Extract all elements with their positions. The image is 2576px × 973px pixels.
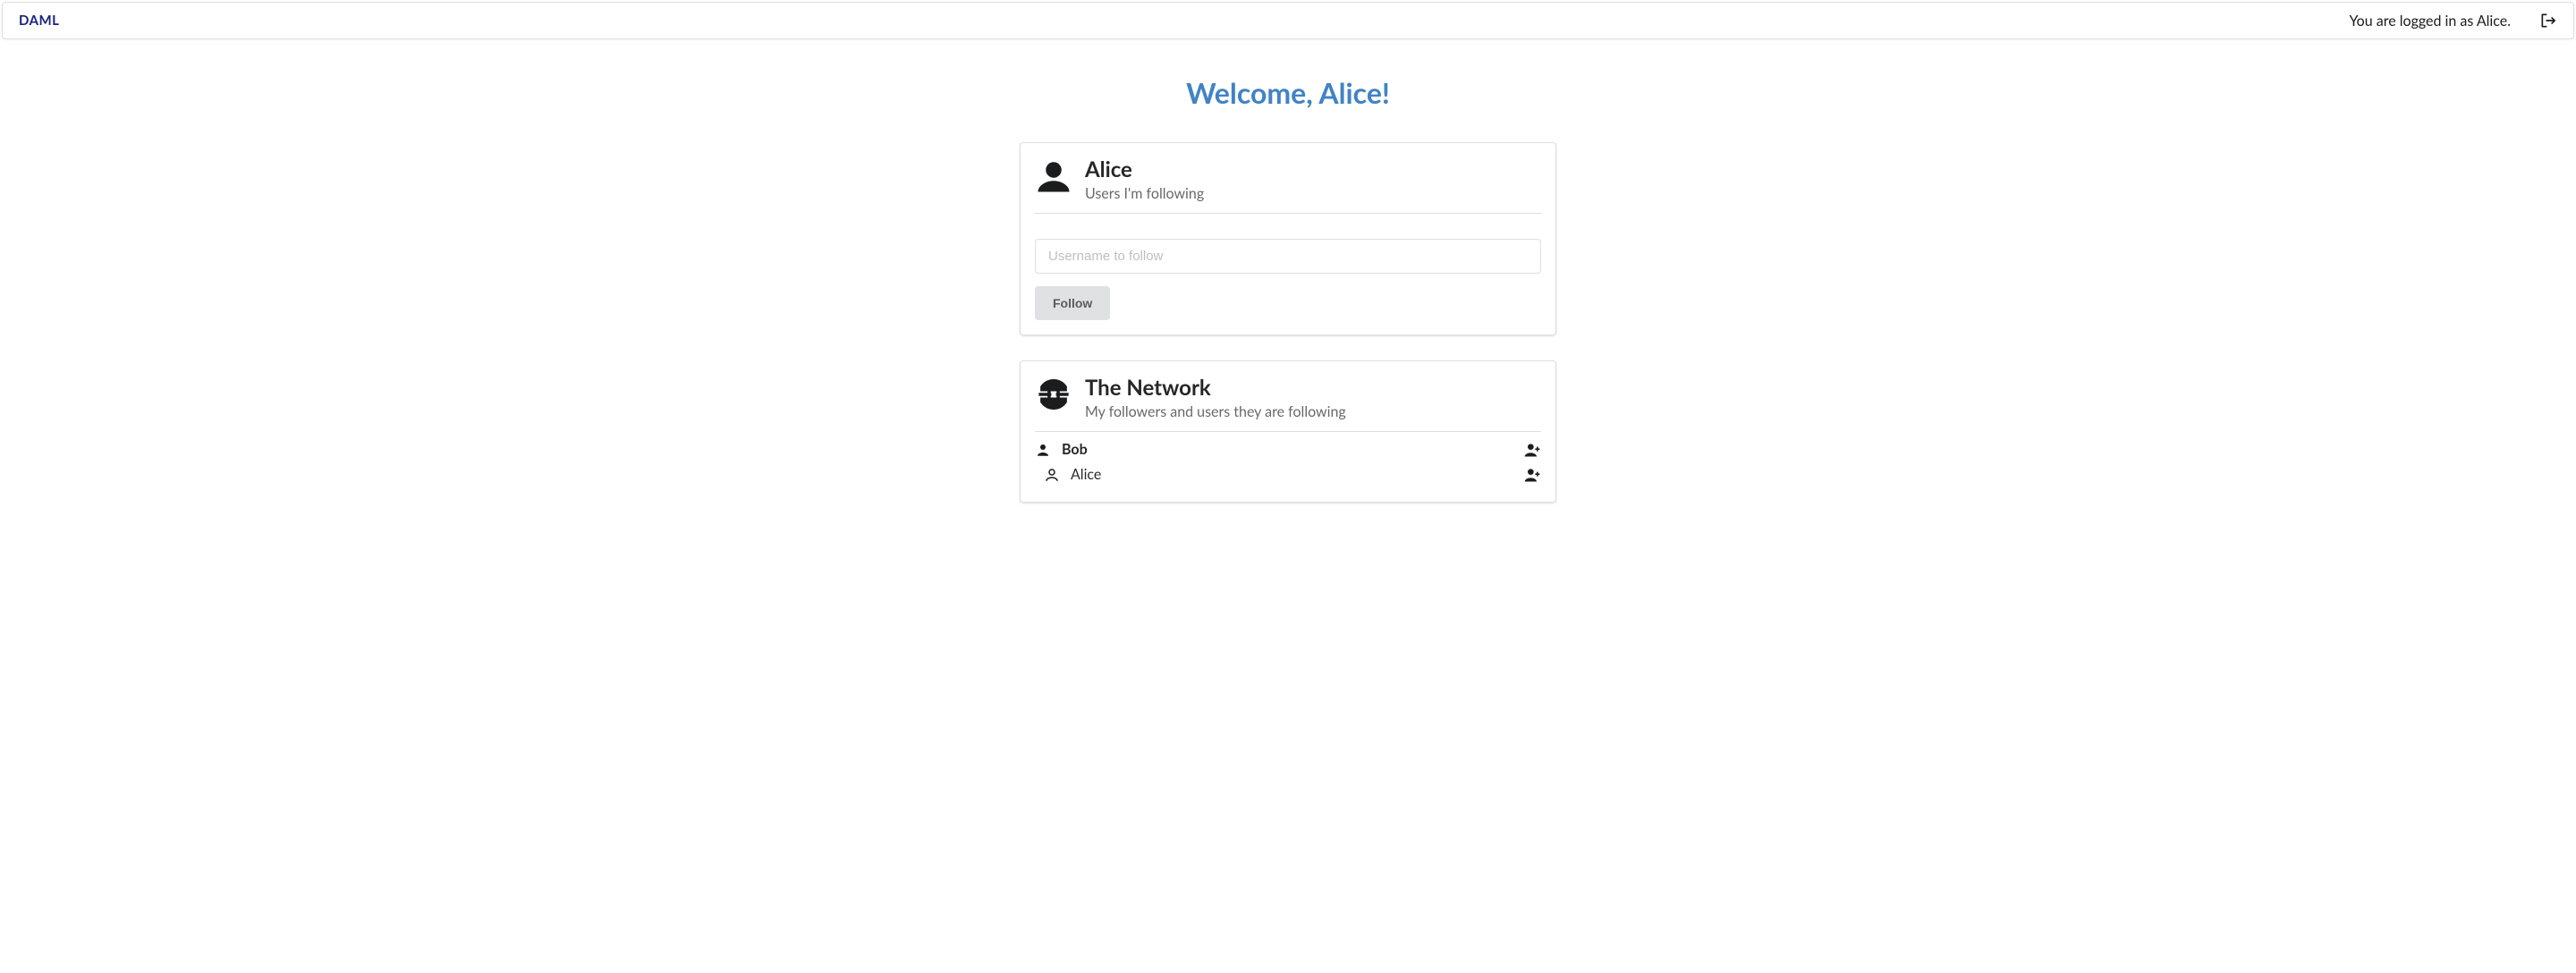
network-row-left: Alice (1035, 466, 1101, 483)
login-status-text: You are logged in as Alice. (2349, 13, 2511, 30)
welcome-heading: Welcome, Alice! (0, 75, 2576, 110)
network-list: Bob Alice (1035, 437, 1541, 487)
divider (1035, 213, 1541, 214)
topbar-right: You are logged in as Alice. (2349, 12, 2557, 30)
logo: DAML (19, 13, 59, 29)
globe-icon (1035, 376, 1072, 413)
network-row-name: Bob (1062, 441, 1088, 458)
network-row: Bob (1035, 437, 1541, 462)
network-row: Alice (1035, 462, 1541, 487)
top-menu: DAML You are logged in as Alice. (2, 2, 2574, 39)
following-card-header: Alice Users I'm following (1035, 157, 1541, 213)
network-card-subtitle: My followers and users they are followin… (1085, 403, 1346, 420)
user-icon (1035, 442, 1051, 458)
network-card: The Network My followers and users they … (1020, 360, 1556, 503)
add-user-icon[interactable] (1523, 441, 1541, 459)
logout-icon[interactable] (2539, 12, 2557, 30)
following-card-subtitle: Users I'm following (1085, 185, 1204, 202)
follow-button[interactable]: Follow (1035, 286, 1110, 320)
following-card: Alice Users I'm following Follow (1020, 142, 1556, 335)
network-card-header: The Network My followers and users they … (1035, 376, 1541, 431)
user-icon (1035, 157, 1072, 195)
add-user-icon[interactable] (1523, 466, 1541, 484)
username-to-follow-input[interactable] (1035, 239, 1541, 274)
following-card-title: Alice (1085, 157, 1204, 183)
network-row-name: Alice (1071, 466, 1101, 483)
network-row-left: Bob (1035, 441, 1088, 458)
user-outline-icon (1044, 467, 1060, 483)
network-card-title: The Network (1085, 376, 1346, 402)
divider (1035, 431, 1541, 432)
